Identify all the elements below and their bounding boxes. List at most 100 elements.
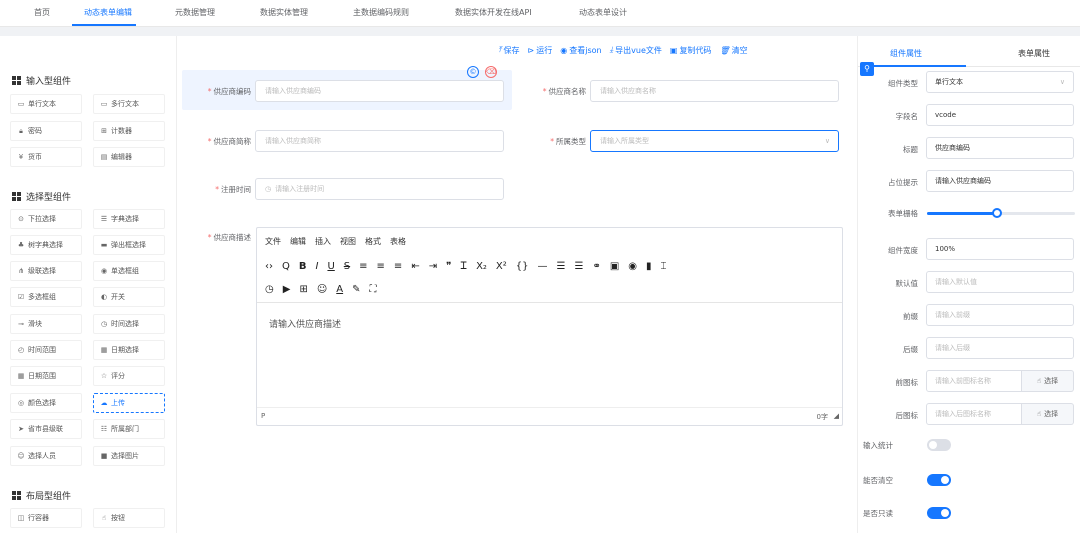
palette-item-checkbox[interactable]: ☑ 多选框组 <box>10 287 82 307</box>
menu-file[interactable]: 文件 <box>265 236 281 247</box>
view-json-button[interactable]: ◉ 查看json <box>560 45 601 56</box>
field-name-input[interactable]: vcode <box>926 104 1074 126</box>
default-value-input[interactable]: 请输入默认值 <box>926 271 1074 293</box>
image-icon[interactable]: ▣ <box>610 261 619 272</box>
search-icon[interactable]: Q <box>282 261 290 272</box>
tab-component-props[interactable]: 组件属性 <box>890 48 922 59</box>
bullet-list-icon[interactable]: ☰ <box>557 261 566 272</box>
link-icon[interactable]: ⚲ <box>860 62 874 76</box>
menu-table[interactable]: 表格 <box>390 236 406 247</box>
editor-placeholder[interactable]: 请输入供应商描述 <box>269 317 341 330</box>
menu-edit[interactable]: 编辑 <box>290 236 306 247</box>
page-break-icon[interactable]: ⌶ <box>661 261 667 272</box>
outdent-icon[interactable]: ⇤ <box>411 261 419 272</box>
palette-item-slider[interactable]: ⊸ 滑块 <box>10 314 82 334</box>
field-supplier-short[interactable]: * 供应商简称 请输入供应商简称 <box>187 130 504 152</box>
menu-insert[interactable]: 插入 <box>315 236 331 247</box>
resize-handle-icon[interactable]: ◢ <box>834 412 839 420</box>
subscript-icon[interactable]: X₂ <box>476 261 487 272</box>
media-icon[interactable]: ▶ <box>283 284 291 295</box>
component-type-select[interactable]: 单行文本 ∨ <box>926 71 1074 93</box>
prefix-icon-input[interactable]: 请输入前图标名称 <box>926 370 1022 392</box>
palette-item-radio[interactable]: ◉ 单选框组 <box>93 261 165 281</box>
hr-icon[interactable]: — <box>538 261 548 272</box>
clock-icon[interactable]: ◷ <box>265 284 274 295</box>
show-count-switch[interactable] <box>927 439 951 451</box>
palette-item-time[interactable]: ◷ 时间选择 <box>93 314 165 334</box>
prefix-icon-select-button[interactable]: ☝ 选择 <box>1022 370 1074 392</box>
suffix-input[interactable]: 请输入后缀 <box>926 337 1074 359</box>
palette-item-single-text[interactable]: ▭ 单行文本 <box>10 94 82 114</box>
clear-format-icon[interactable]: Ꮖ <box>460 261 467 272</box>
emoji-icon[interactable]: ☺ <box>317 284 327 295</box>
palette-item-tree-dict[interactable]: ♣ 树字典选择 <box>10 235 82 255</box>
code-icon[interactable]: ‹› <box>265 261 273 272</box>
numbered-list-icon[interactable]: ☰ <box>574 261 583 272</box>
palette-item-editor[interactable]: ▤ 编辑器 <box>93 147 165 167</box>
readonly-switch[interactable] <box>927 507 951 519</box>
register-time-input[interactable]: ◷ 请输入注册时间 <box>255 178 504 200</box>
link-icon[interactable]: ⚭ <box>592 261 600 272</box>
slider-thumb[interactable] <box>991 208 1002 218</box>
quote-icon[interactable]: ❞ <box>446 261 451 272</box>
type-select[interactable]: 请输入所属类型 ∨ <box>590 130 839 152</box>
title-input[interactable]: 供应商编码 <box>926 137 1074 159</box>
align-right-icon[interactable]: ≡ <box>394 261 402 272</box>
width-input[interactable]: 100% <box>926 238 1074 260</box>
palette-item-upload[interactable]: ☁ 上传 <box>93 393 165 413</box>
align-center-icon[interactable]: ≡ <box>377 261 385 272</box>
prefix-input[interactable]: 请输入前缀 <box>926 304 1074 326</box>
superscript-icon[interactable]: X² <box>496 261 507 272</box>
palette-item-select[interactable]: ⊙ 下拉选择 <box>10 209 82 229</box>
italic-icon[interactable]: I <box>316 261 319 272</box>
placeholder-input[interactable]: 请输入供应商编码 <box>926 170 1074 192</box>
palette-item-rate[interactable]: ☆ 评分 <box>93 366 165 386</box>
export-vue-button[interactable]: ⤓ 导出vue文件 <box>610 45 662 56</box>
clear-button[interactable]: 🗑︎ 清空 <box>719 45 747 56</box>
bookmark-icon[interactable]: ▮ <box>646 261 652 272</box>
font-color-icon[interactable]: A <box>336 284 343 295</box>
palette-item-cascade[interactable]: ⋔ 级联选择 <box>10 261 82 281</box>
palette-item-image[interactable]: ■ 选择图片 <box>93 446 165 466</box>
field-supplier-name[interactable]: * 供应商名称 请输入供应商名称 <box>522 80 839 102</box>
tab-home[interactable]: 首页 <box>34 7 50 18</box>
align-left-icon[interactable]: ≡ <box>359 261 367 272</box>
table-icon[interactable]: ⊞ <box>299 284 307 295</box>
strikethrough-icon[interactable]: S <box>344 261 350 272</box>
palette-item-color[interactable]: ◎ 颜色选择 <box>10 393 82 413</box>
copy-field-button[interactable]: © <box>467 66 479 78</box>
fullscreen-icon[interactable]: ⛶ <box>370 284 377 295</box>
field-supplier-code[interactable]: * 供应商编码 请输入供应商编码 <box>187 80 504 102</box>
highlight-icon[interactable]: ✎ <box>352 284 360 295</box>
palette-item-region[interactable]: ➤ 省市县级联 <box>10 419 82 439</box>
palette-item-counter[interactable]: ⊞ 计数器 <box>93 121 165 141</box>
preview-icon[interactable]: ◉ <box>628 261 637 272</box>
run-button[interactable]: ⊳ 运行 <box>528 45 553 56</box>
palette-item-date[interactable]: ▦ 日期选择 <box>93 340 165 360</box>
tab-form-design[interactable]: 动态表单设计 <box>579 7 627 18</box>
palette-item-user[interactable]: ☺ 选择人员 <box>10 446 82 466</box>
palette-item-currency[interactable]: ¥ 货币 <box>10 147 82 167</box>
menu-view[interactable]: 视图 <box>340 236 356 247</box>
braces-icon[interactable]: {} <box>516 261 529 272</box>
tab-metadata[interactable]: 元数据管理 <box>175 7 215 18</box>
tab-data-entity[interactable]: 数据实体管理 <box>260 7 308 18</box>
supplier-short-input[interactable]: 请输入供应商简称 <box>255 130 504 152</box>
tab-online-api[interactable]: 数据实体开发在线API <box>455 7 532 18</box>
palette-item-password[interactable]: 🔒︎ 密码 <box>10 121 82 141</box>
underline-icon[interactable]: U <box>327 261 334 272</box>
field-type[interactable]: * 所属类型 请输入所属类型 ∨ <box>522 130 839 152</box>
palette-item-popup-select[interactable]: ▬ 弹出框选择 <box>93 235 165 255</box>
tab-coding-rule[interactable]: 主数据编码规则 <box>353 7 409 18</box>
palette-item-dict[interactable]: ☰ 字典选择 <box>93 209 165 229</box>
rich-text-editor[interactable]: 文件 编辑 插入 视图 格式 表格 ‹› Q B I U S ≡ ≡ ≡ ⇤ ⇥… <box>256 227 843 426</box>
copy-code-button[interactable]: ▣ 复制代码 <box>670 45 712 56</box>
palette-item-multi-text[interactable]: ▭ 多行文本 <box>93 94 165 114</box>
delete-field-button[interactable]: ⌫ <box>485 66 497 78</box>
suffix-icon-select-button[interactable]: ☝ 选择 <box>1022 403 1074 425</box>
palette-item-switch[interactable]: ◐ 开关 <box>93 287 165 307</box>
tab-form-props[interactable]: 表单属性 <box>1018 48 1050 59</box>
indent-icon[interactable]: ⇥ <box>429 261 437 272</box>
menu-format[interactable]: 格式 <box>365 236 381 247</box>
suffix-icon-input[interactable]: 请输入后图标名称 <box>926 403 1022 425</box>
